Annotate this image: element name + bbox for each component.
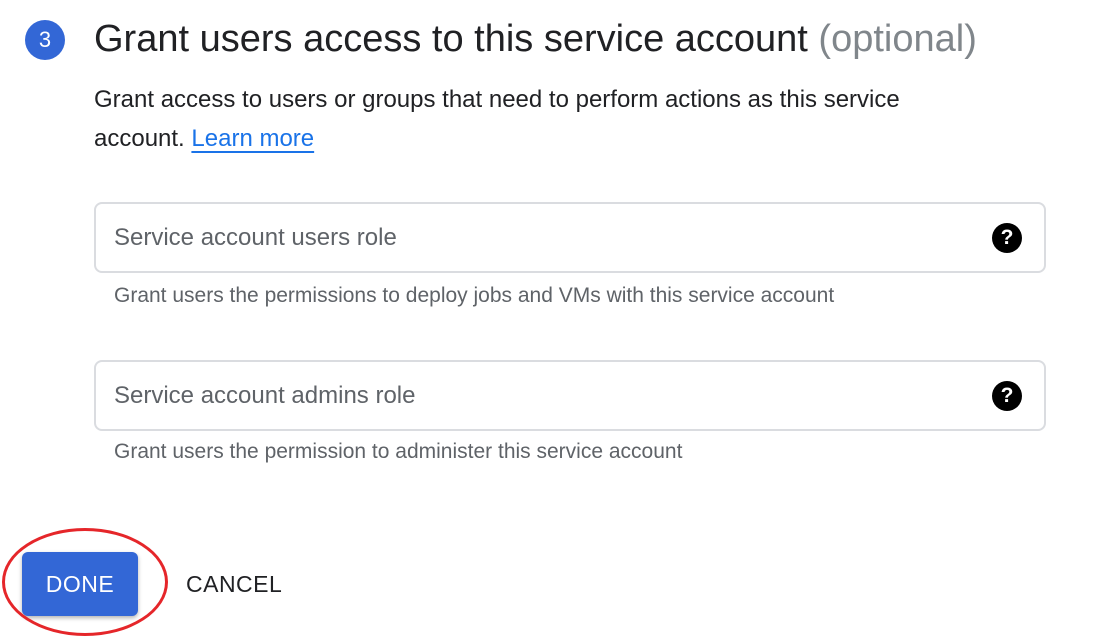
users-role-placeholder: Service account users role (114, 223, 397, 251)
optional-label: (optional) (818, 18, 977, 60)
help-circle-icon[interactable]: ? (992, 222, 1022, 253)
step-title-text: Grant users access to this service accou… (94, 18, 808, 60)
service-account-admins-role-field[interactable]: Service account admins role ? (94, 360, 1046, 431)
done-button[interactable]: DONE (22, 552, 138, 616)
grant-access-step: 3 Grant users access to this service acc… (0, 0, 1112, 640)
step-number-badge: 3 (25, 20, 65, 60)
admins-role-hint: Grant users the permission to administer… (114, 440, 683, 463)
cancel-button[interactable]: CANCEL (186, 552, 282, 616)
admins-role-placeholder: Service account admins role (114, 381, 416, 409)
learn-more-link[interactable]: Learn more (191, 125, 314, 152)
help-circle-icon[interactable]: ? (992, 380, 1022, 411)
step-description: Grant access to users or groups that nee… (94, 80, 994, 158)
users-role-hint: Grant users the permissions to deploy jo… (114, 284, 835, 307)
service-account-users-role-field[interactable]: Service account users role ? (94, 202, 1046, 273)
step-title: Grant users access to this service accou… (94, 16, 977, 62)
